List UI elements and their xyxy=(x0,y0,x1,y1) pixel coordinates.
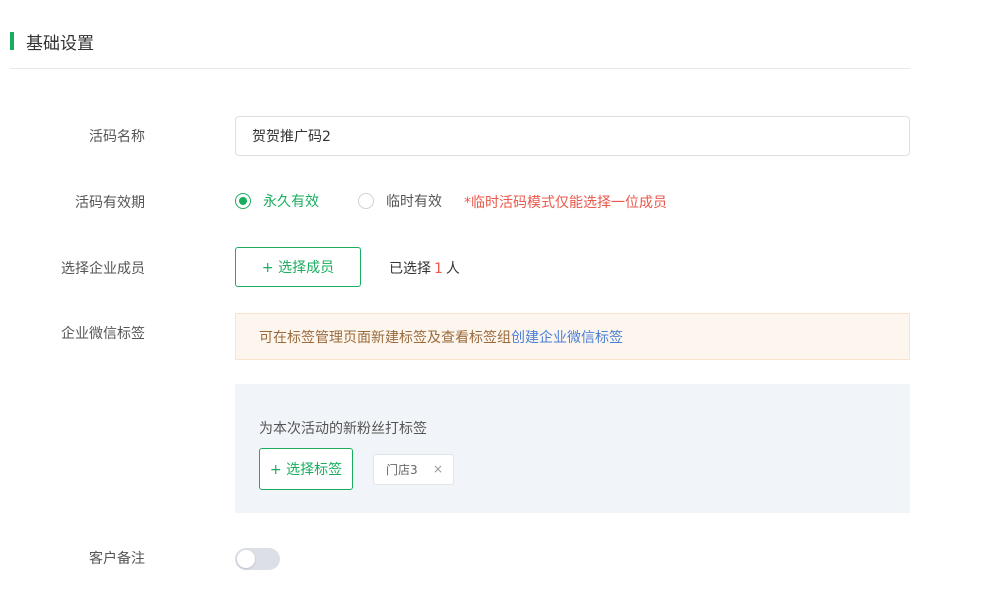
qrcode-name-input[interactable] xyxy=(235,116,910,156)
selected-member-count: 已选择 1 人 xyxy=(389,258,460,278)
tag-chip: 门店3 × xyxy=(373,454,454,485)
tag-notice-text: 可在标签管理页面新建标签及查看标签组 xyxy=(259,329,511,346)
temporary-mode-hint: *临时活码模式仅能选择一位成员 xyxy=(464,195,667,211)
members-label: 选择企业成员 xyxy=(61,261,145,277)
section-header: 基础设置 xyxy=(10,28,910,69)
tag-notice-banner: 可在标签管理页面新建标签及查看标签组 创建企业微信标签 xyxy=(235,313,910,360)
radio-temporary-label: 临时有效 xyxy=(386,194,442,210)
select-members-button[interactable]: + 选择成员 xyxy=(235,247,361,287)
section-accent-bar xyxy=(10,32,14,50)
tag-chip-label: 门店3 xyxy=(386,463,418,477)
tag-panel-title: 为本次活动的新粉丝打标签 xyxy=(259,421,427,437)
validity-label: 活码有效期 xyxy=(75,195,145,211)
wechat-tags-label: 企业微信标签 xyxy=(61,326,145,342)
remark-label: 客户备注 xyxy=(89,551,145,567)
create-tag-link[interactable]: 创建企业微信标签 xyxy=(511,327,623,347)
name-label: 活码名称 xyxy=(89,129,145,145)
tag-panel: 为本次活动的新粉丝打标签 + 选择标签 门店3 × xyxy=(235,384,910,513)
select-tags-button[interactable]: + 选择标签 xyxy=(259,448,353,490)
close-icon[interactable]: × xyxy=(433,462,443,476)
radio-checked-icon xyxy=(235,193,251,209)
radio-permanent[interactable]: 永久有效 xyxy=(235,191,319,211)
radio-unchecked-icon xyxy=(358,193,374,209)
toggle-knob xyxy=(237,550,255,568)
radio-permanent-label: 永久有效 xyxy=(263,194,319,210)
selected-number: 1 xyxy=(434,261,443,277)
selected-prefix: 已选择 xyxy=(389,261,431,277)
radio-temporary[interactable]: 临时有效 xyxy=(358,191,442,211)
remark-toggle[interactable] xyxy=(235,548,280,570)
section-title: 基础设置 xyxy=(26,34,94,54)
selected-suffix: 人 xyxy=(445,261,460,277)
